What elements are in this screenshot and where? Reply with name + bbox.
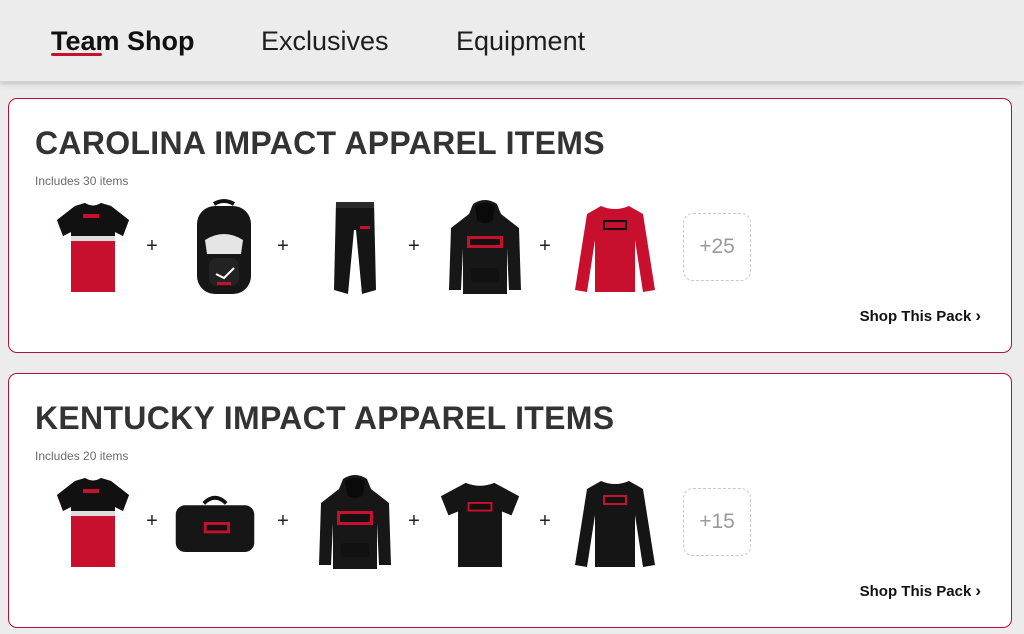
long-sleeve-icon [575,481,655,567]
shop-this-pack-link[interactable]: Shop This Pack › [860,581,981,601]
more-items-badge[interactable]: +15 [683,488,751,556]
plus-separator: + [277,235,289,257]
backpack-icon [197,199,251,294]
shop-this-pack-label: Shop This Pack [859,582,972,600]
product-joggers-image[interactable] [312,197,398,299]
product-hoodie-image[interactable] [312,472,398,574]
tshirt-icon [440,482,520,567]
plus-separator: + [408,510,420,532]
product-hoodie-image[interactable] [442,197,528,299]
plus-separator: + [408,235,420,257]
active-tab-indicator [51,53,102,56]
jersey-icon [57,203,129,292]
joggers-icon [334,202,376,294]
product-backpack-image[interactable] [181,197,267,299]
plus-separator: + [146,235,158,257]
shop-this-pack-link[interactable]: Shop This Pack › [860,306,981,326]
plus-separator: + [539,510,551,532]
chevron-right-icon: › [975,581,981,600]
tab-equipment[interactable]: Equipment [456,24,585,58]
product-tshirt-image[interactable] [437,472,523,574]
product-long-sleeve-image[interactable] [572,197,658,299]
pack-item-count: Includes 30 items [35,174,129,188]
pack-title: CAROLINA IMPACT APPAREL ITEMS [35,125,605,161]
product-jersey-image[interactable] [50,472,136,574]
product-jersey-image[interactable] [50,197,136,299]
pack-card-kentucky[interactable]: KENTUCKY IMPACT APPAREL ITEMS Includes 2… [8,373,1012,628]
long-sleeve-icon [575,206,655,292]
product-duffel-bag-image[interactable] [172,472,258,574]
hoodie-icon [449,200,521,294]
top-nav: Team Shop Exclusives Equipment [0,0,1024,82]
product-long-sleeve-image[interactable] [572,472,658,574]
pack-item-count: Includes 20 items [35,449,129,463]
plus-separator: + [277,510,289,532]
plus-separator: + [539,235,551,257]
pack-title: KENTUCKY IMPACT APPAREL ITEMS [35,400,615,436]
plus-separator: + [146,510,158,532]
jersey-icon [57,478,129,567]
duffel-bag-icon [175,495,255,552]
more-items-badge[interactable]: +25 [683,213,751,281]
shop-this-pack-label: Shop This Pack [859,307,972,325]
pack-card-carolina[interactable]: CAROLINA IMPACT APPAREL ITEMS Includes 3… [8,98,1012,353]
chevron-right-icon: › [975,306,981,325]
tab-exclusives[interactable]: Exclusives [261,24,389,58]
hoodie-icon [319,475,391,569]
